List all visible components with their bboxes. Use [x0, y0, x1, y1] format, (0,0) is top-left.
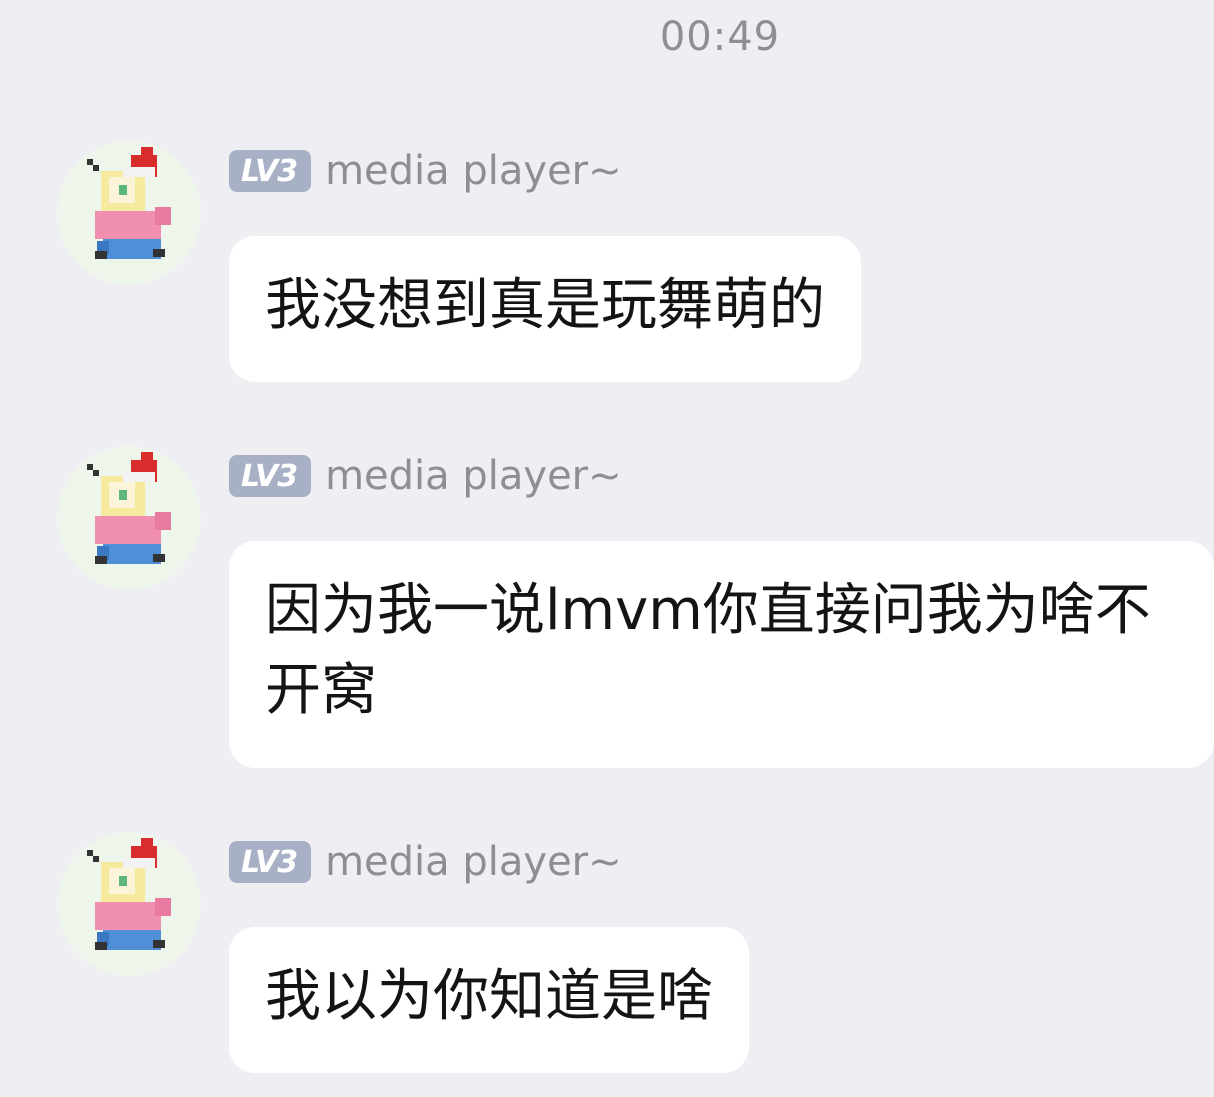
level-badge: LV3	[229, 150, 312, 192]
pixel-character-avatar-icon	[87, 147, 171, 259]
message-bubble[interactable]: 因为我一说lmvm你直接问我为啥不开窝	[229, 541, 1214, 768]
pixel-character-avatar-icon	[87, 838, 171, 950]
message-bubble[interactable]: 我没想到真是玩舞萌的	[229, 236, 861, 382]
message-bubble[interactable]: 我以为你知道是啥	[229, 927, 749, 1073]
level-badge: LV3	[229, 455, 312, 497]
sender-name[interactable]: media player~	[325, 839, 622, 885]
level-badge: LV3	[229, 841, 312, 883]
pixel-character-avatar-icon	[87, 452, 171, 564]
sender-name[interactable]: media player~	[325, 453, 622, 499]
sender-row: LV3 media player~	[229, 839, 622, 885]
avatar[interactable]	[57, 832, 201, 976]
sender-name[interactable]: media player~	[325, 148, 622, 194]
sender-row: LV3 media player~	[229, 148, 622, 194]
avatar[interactable]	[57, 141, 201, 285]
avatar[interactable]	[57, 446, 201, 590]
chat-timestamp: 00:49	[659, 14, 781, 60]
sender-row: LV3 media player~	[229, 453, 622, 499]
